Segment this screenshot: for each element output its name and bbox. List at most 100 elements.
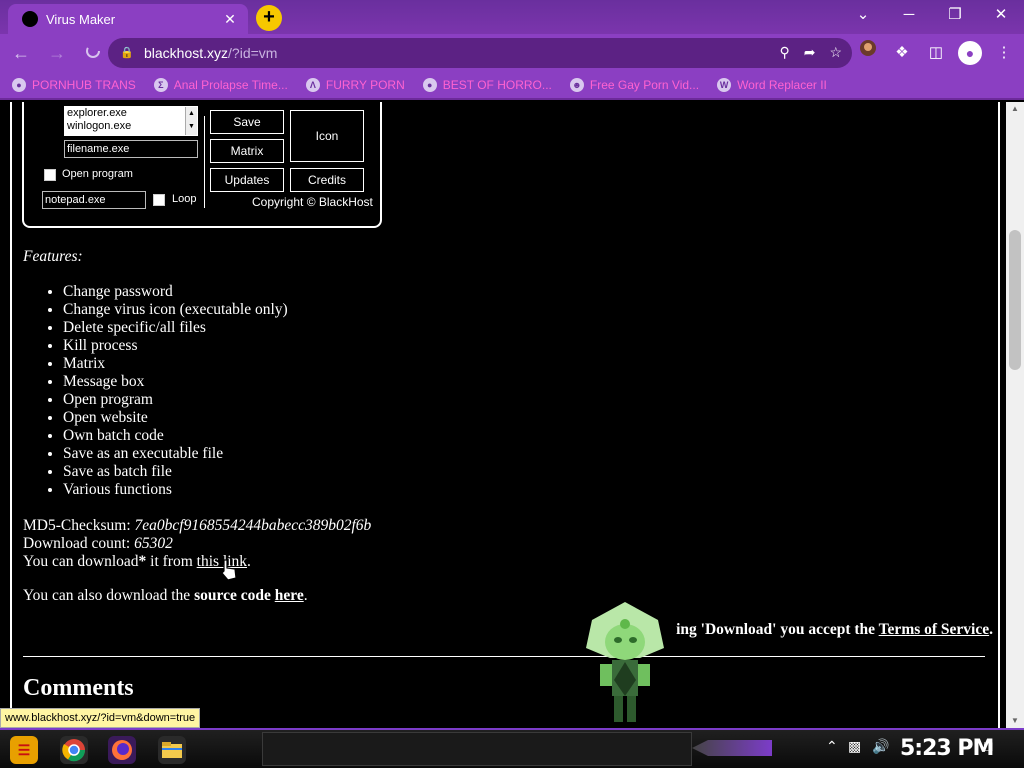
star-icon[interactable]: ☆ (829, 44, 842, 61)
taskbar-clock[interactable]: 5:23 PM (900, 736, 994, 761)
menu-kebab-icon[interactable]: ⋮ (992, 38, 1016, 68)
loop-checkbox[interactable] (153, 194, 165, 206)
tab-title: Virus Maker (46, 11, 116, 27)
bookmark-label: Free Gay Porn Vid... (589, 78, 700, 92)
browser-tab-active[interactable]: Virus Maker ✕ (8, 4, 248, 34)
volume-icon[interactable]: 🔊 (872, 738, 889, 755)
open-program-checkbox[interactable] (44, 169, 56, 181)
source-code-link[interactable]: here (275, 587, 304, 604)
globe-icon: ● (422, 78, 437, 92)
lock-icon: 🔒 (120, 47, 134, 59)
program-input[interactable]: notepad.exe (42, 191, 146, 209)
copyright-text: Copyright © BlackHost (252, 195, 373, 209)
bookmark-item[interactable]: Σ Anal Prolapse Time... (153, 78, 288, 92)
list-item: Save as batch file (63, 463, 993, 481)
file-explorer-taskbar-icon[interactable] (158, 736, 186, 764)
extensions-puzzle-icon[interactable]: ❖ (890, 38, 914, 68)
tab-search-icon[interactable]: ⌄ (840, 0, 886, 30)
url-path: /?id=vm (228, 45, 278, 61)
page-viewport: explorer.exe winlogon.exe ▲ ▼ filename.ex… (0, 102, 1006, 728)
bookmark-label: Word Replacer II (737, 78, 827, 92)
site-favicon-icon (22, 11, 38, 27)
list-item: Open website (63, 409, 993, 427)
bookmark-label: FURRY PORN (325, 78, 405, 92)
list-item[interactable]: explorer.exe (67, 107, 197, 120)
side-panel-icon[interactable]: ◫ (924, 38, 948, 68)
source-prefix: You can also download the (23, 587, 195, 604)
loop-label: Loop (172, 193, 197, 205)
firefox-taskbar-icon[interactable] (108, 736, 136, 764)
address-bar[interactable]: 🔒 blackhost.xyz /?id=vm ⚲ ➦ ☆ (108, 38, 852, 68)
notifications-icon[interactable]: □ (984, 738, 992, 754)
tos-middle: ing 'Download' you accept the (676, 621, 879, 638)
features-heading: Features: (23, 248, 83, 265)
list-item: Change password (63, 283, 993, 301)
tab-close-icon[interactable]: ✕ (222, 11, 238, 28)
list-item: Delete specific/all files (63, 319, 993, 337)
tab-strip: Virus Maker ✕ + ⌄ ─ ❐ ✕ (0, 0, 1024, 34)
tray-chevron-icon[interactable]: ⌃ (826, 738, 838, 755)
taskbar-active-window-thumbnail[interactable] (262, 732, 692, 766)
md5-line: MD5-Checksum: 7ea0bcf9168554244babecc389… (23, 517, 993, 535)
download-prefix: You can download (23, 553, 139, 570)
md5-value: 7ea0bcf9168554244babecc389b02f6b (134, 517, 372, 534)
features-list: Change password Change virus icon (execu… (63, 283, 993, 499)
download-count-label: Download count: (23, 535, 135, 552)
new-tab-button[interactable]: + (256, 5, 282, 31)
restore-button[interactable]: ❐ (932, 0, 978, 30)
list-item: Matrix (63, 355, 993, 373)
download-count-line: Download count: 65302 (23, 535, 993, 553)
list-item: Message box (63, 373, 993, 391)
icon-button[interactable]: Icon (290, 110, 364, 162)
globe-icon: ● (12, 78, 26, 92)
forward-arrow-icon[interactable]: → (42, 38, 72, 68)
bookmark-label: BEST OF HORRO... (442, 78, 552, 92)
download-count-value: 65302 (134, 535, 173, 552)
link-status-bubble: www.blackhost.xyz/?id=vm&down=true (0, 708, 201, 728)
md5-label: MD5-Checksum: (23, 517, 135, 534)
start-button[interactable]: ☰ (10, 736, 38, 764)
taskbar-decoration (692, 740, 772, 756)
process-listbox[interactable]: explorer.exe winlogon.exe ▲ ▼ (64, 106, 198, 136)
list-item[interactable]: winlogon.exe (67, 120, 197, 133)
back-arrow-icon[interactable]: ← (6, 38, 36, 68)
bookmark-item[interactable]: ● PORNHUB TRANS (12, 78, 136, 92)
filename-input[interactable]: filename.exe (64, 140, 198, 158)
terms-of-service-link[interactable]: Terms of Service (879, 621, 989, 638)
save-button[interactable]: Save (210, 110, 284, 134)
section-divider (23, 656, 985, 657)
updates-button[interactable]: Updates (210, 168, 284, 192)
bookmark-item[interactable]: Λ FURRY PORN (305, 78, 405, 92)
minimize-button[interactable]: ─ (886, 0, 932, 30)
bookmark-label: PORNHUB TRANS (32, 78, 136, 92)
bookmark-item[interactable]: ● BEST OF HORRO... (422, 78, 552, 92)
download-suffix: . (247, 553, 251, 570)
profile-avatar-icon[interactable]: ● (958, 41, 982, 65)
chrome-taskbar-icon[interactable] (60, 736, 88, 764)
scroll-thumb[interactable] (1009, 230, 1021, 370)
bookmark-item[interactable]: ☻ Free Gay Porn Vid... (569, 78, 700, 92)
scroll-down-arrow-icon[interactable]: ▼ (1006, 714, 1024, 728)
wr-icon: W (717, 78, 732, 92)
network-icon[interactable]: ▩ (848, 738, 861, 755)
credits-button[interactable]: Credits (290, 168, 364, 192)
list-item: Kill process (63, 337, 993, 355)
list-item: Various functions (63, 481, 993, 499)
scroll-up-arrow-icon[interactable]: ▲ (1006, 102, 1024, 116)
search-icon[interactable]: ⚲ (779, 44, 789, 61)
browser-window: Virus Maker ✕ + ⌄ ─ ❐ ✕ ← → 🔒 blackhost.… (0, 0, 1024, 768)
page-scrollbar[interactable]: ▲ ▼ (1006, 102, 1024, 728)
download-line: You can download* it from this link. (23, 553, 993, 571)
extension-avatar-icon[interactable] (856, 38, 880, 68)
list-item: Open program (63, 391, 993, 409)
matrix-button[interactable]: Matrix (210, 139, 284, 163)
sigma-icon: Σ (153, 78, 168, 92)
url-host: blackhost.xyz (144, 45, 229, 61)
share-icon[interactable]: ➦ (804, 44, 816, 61)
hand-cursor-icon (221, 559, 237, 581)
close-window-button[interactable]: ✕ (978, 0, 1024, 30)
listbox-scroll-icon[interactable]: ▲ ▼ (185, 107, 197, 135)
loading-stop-icon[interactable] (78, 38, 108, 68)
bookmark-item[interactable]: W Word Replacer II (717, 78, 827, 92)
lambda-icon: Λ (305, 78, 320, 92)
